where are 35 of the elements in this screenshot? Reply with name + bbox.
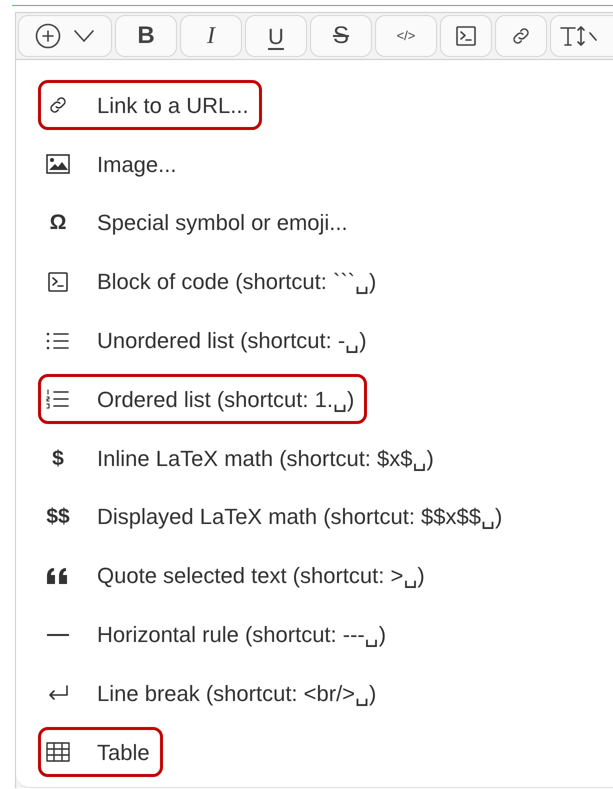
menu-item[interactable]: Ω Special symbol or emoji... [38, 198, 361, 248]
format-button[interactable]: S [310, 15, 372, 57]
format-button[interactable]: </> [375, 15, 437, 57]
symbol-icon: $$ [46, 506, 70, 528]
menu-item[interactable]: $$ Displayed LaTeX math (shortcut: $$x$$␣) [38, 492, 516, 542]
symbol-icon: Ω [50, 212, 66, 234]
image-icon [46, 154, 70, 174]
menu-item[interactable]: Line break (shortcut: <br/>␣) [38, 668, 390, 718]
quote-icon [46, 566, 70, 585]
menu-item[interactable]: Horizontal rule (shortcut: ---␣) [38, 610, 400, 660]
menu-item[interactable]: Unordered list (shortcut: -␣) [38, 316, 380, 366]
terminal-icon [46, 270, 70, 294]
numbered-list-icon [46, 389, 70, 410]
text-size-button[interactable] [550, 15, 613, 57]
menu-item[interactable]: Table [38, 727, 163, 778]
menu-item[interactable]: Image... [38, 139, 190, 190]
menu-item[interactable]: Quote selected text (shortcut: >␣) [38, 550, 438, 601]
text-size-icon [559, 25, 599, 47]
symbol-icon: $ [52, 448, 64, 469]
return-icon [47, 685, 69, 702]
table-icon [46, 742, 70, 762]
code-block-button[interactable] [440, 15, 492, 57]
format-button[interactable]: I [180, 15, 242, 57]
link-button[interactable] [495, 15, 547, 57]
chevron-down-icon [73, 29, 95, 43]
plus-circle-icon [35, 23, 61, 49]
menu-item[interactable]: Block of code (shortcut: ```␣) [38, 256, 390, 307]
menu-item[interactable]: $ Inline LaTeX math (shortcut: $x$␣) [38, 433, 447, 484]
menu-item[interactable]: Ordered list (shortcut: 1.␣) [38, 374, 368, 424]
bullet-list-icon [46, 330, 70, 351]
terminal-icon [454, 24, 478, 48]
insert-button[interactable] [18, 15, 112, 57]
format-button[interactable]: B [115, 15, 177, 57]
menu-item[interactable]: Link to a URL... [38, 80, 262, 130]
format-button[interactable]: U [245, 15, 307, 57]
